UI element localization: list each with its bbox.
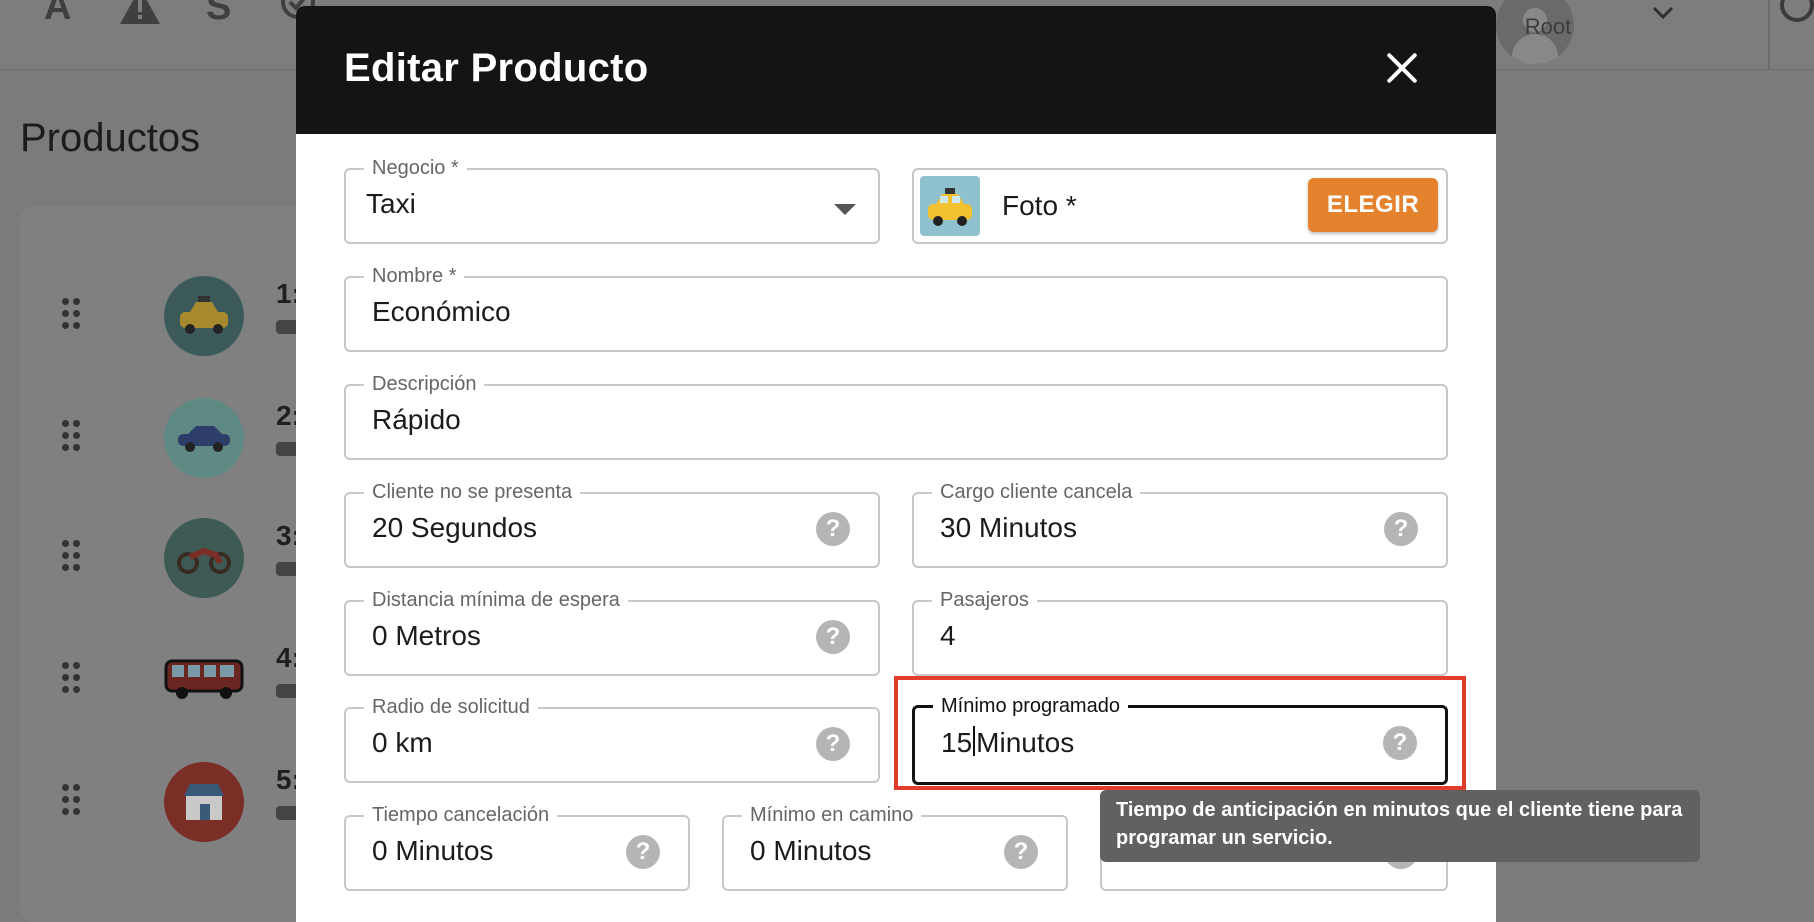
globe-icon[interactable] [1780, 0, 1814, 22]
drag-handle-icon[interactable] [62, 784, 82, 818]
description-label: Descripción [364, 372, 485, 396]
passengers-field[interactable]: Pasajeros 4 [912, 588, 1448, 676]
min-en-route-label: Mínimo en camino [742, 803, 922, 827]
page-title: Productos [20, 116, 201, 160]
photo-field: Foto * ELEGIR [912, 168, 1448, 244]
description-field[interactable]: Descripción Rápido [344, 372, 1448, 460]
help-icon[interactable]: ? [816, 620, 850, 654]
user-role: Root [1524, 14, 1572, 39]
chevron-down-icon[interactable] [1652, 6, 1674, 25]
help-icon[interactable]: ? [1384, 512, 1418, 546]
no-show-field[interactable]: Cliente no se presenta 20 Segundos ? [344, 480, 880, 568]
drag-handle-icon[interactable] [62, 298, 82, 332]
store-icon [164, 762, 244, 842]
list-item[interactable]: 5: [20, 762, 320, 842]
min-en-route-value: 0 Minutos [750, 835, 872, 866]
list-item[interactable]: 3: [20, 518, 320, 598]
dropdown-arrow-icon [834, 204, 856, 215]
motorcycle-icon [164, 518, 244, 598]
font-icon[interactable]: A [44, 0, 71, 29]
cancel-time-label: Tiempo cancelación [364, 803, 558, 827]
list-item[interactable]: 2: [20, 398, 320, 478]
no-show-label: Cliente no se presenta [364, 480, 581, 504]
cancel-time-field[interactable]: Tiempo cancelación 0 Minutos ? [344, 803, 690, 891]
name-field[interactable]: Nombre * Económico [344, 264, 1448, 352]
taxi-photo-thumbnail [920, 176, 980, 236]
request-radius-value: 0 km [372, 727, 433, 758]
warning-icon[interactable] [118, 0, 162, 31]
highlight-annotation [894, 676, 1466, 790]
business-label: Negocio * [364, 156, 467, 180]
photo-label: Foto * [1002, 190, 1077, 221]
dialog-header: Editar Producto [296, 6, 1496, 134]
list-item[interactable]: 4: [20, 640, 320, 720]
topbar-divider [1768, 0, 1770, 70]
tooltip-line-1: Tiempo de anticipación en minutos que el… [1116, 799, 1683, 821]
cancel-time-value: 0 Minutos [372, 835, 494, 866]
dollar-icon[interactable]: S [206, 0, 231, 29]
cancel-charge-label: Cargo cliente cancela [932, 480, 1141, 504]
help-icon[interactable]: ? [816, 512, 850, 546]
request-radius-label: Radio de solicitud [364, 695, 538, 719]
products-list: 1: 2: 3: 4: 5: [20, 206, 320, 922]
business-value: Taxi [366, 188, 416, 219]
cancel-charge-field[interactable]: Cargo cliente cancela 30 Minutos ? [912, 480, 1448, 568]
min-wait-distance-value: 0 Metros [372, 620, 481, 651]
name-value: Económico [372, 296, 511, 327]
drag-handle-icon[interactable] [62, 540, 82, 574]
tooltip-line-2: programar un servicio. [1116, 827, 1333, 849]
dialog-title: Editar Producto [344, 46, 649, 90]
help-icon[interactable]: ? [626, 835, 660, 869]
cancel-charge-value: 30 Minutos [940, 512, 1077, 543]
no-show-value: 20 Segundos [372, 512, 538, 543]
min-wait-distance-field[interactable]: Distancia mínima de espera 0 Metros ? [344, 588, 880, 676]
description-value: Rápido [372, 404, 461, 435]
bus-icon [164, 640, 244, 720]
car-icon [164, 398, 244, 478]
request-radius-field[interactable]: Radio de solicitud 0 km ? [344, 695, 880, 783]
choose-photo-button[interactable]: ELEGIR [1308, 178, 1438, 232]
passengers-label: Pasajeros [932, 588, 1037, 612]
business-select[interactable]: Negocio * Taxi [344, 156, 880, 244]
close-icon[interactable] [1384, 50, 1420, 86]
drag-handle-icon[interactable] [62, 662, 82, 696]
passengers-value: 4 [940, 620, 956, 651]
help-icon[interactable]: ? [1004, 835, 1038, 869]
min-en-route-field[interactable]: Mínimo en camino 0 Minutos ? [722, 803, 1068, 891]
name-label: Nombre * [364, 264, 465, 288]
drag-handle-icon[interactable] [62, 420, 82, 454]
help-icon[interactable]: ? [816, 727, 850, 761]
min-wait-distance-label: Distancia mínima de espera [364, 588, 628, 612]
help-tooltip: Tiempo de anticipación en minutos que el… [1100, 790, 1700, 862]
taxi-icon [164, 276, 244, 356]
list-item[interactable]: 1: [20, 276, 320, 356]
